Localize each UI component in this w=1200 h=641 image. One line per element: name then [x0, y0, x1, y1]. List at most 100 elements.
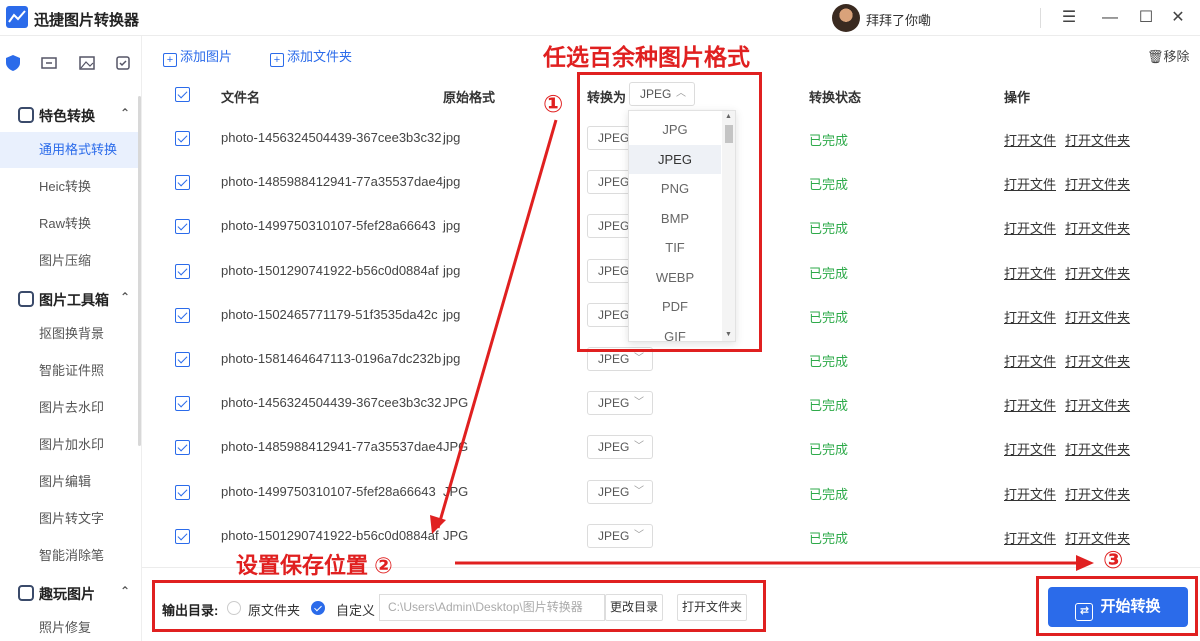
row-status: 已完成	[809, 398, 849, 414]
row-open-folder-link[interactable]: 打开文件夹	[1065, 484, 1130, 503]
sidebar-section-special[interactable]: 特色转换 ⌃	[18, 106, 130, 126]
row-open-folder-link[interactable]: 打开文件夹	[1065, 130, 1130, 149]
resize-icon[interactable]	[38, 54, 60, 76]
image-icon[interactable]	[76, 54, 98, 76]
sidebar-item-id-photo[interactable]: 智能证件照	[0, 353, 138, 389]
header-original-format: 原始格式	[443, 90, 496, 105]
row-open-folder-link[interactable]: 打开文件夹	[1065, 528, 1130, 547]
header-status: 转换状态	[809, 90, 862, 105]
row-filename: photo-1501290741922-b56c0d0884af	[221, 262, 439, 278]
row-original-format: JPG	[443, 439, 469, 455]
chevron-down-icon: ﹀	[634, 485, 644, 497]
row-checkbox[interactable]	[175, 131, 190, 146]
app-logo-icon	[6, 6, 28, 28]
format-highlight-box	[577, 72, 762, 352]
row-original-format: jpg	[443, 130, 461, 145]
plus-icon: +	[163, 53, 177, 67]
row-checkbox[interactable]	[175, 263, 190, 279]
sidebar-item-compress[interactable]: 图片压缩	[0, 243, 138, 279]
chevron-down-icon: ﹀	[634, 529, 644, 541]
table-row: photo-1456324504439-367cee3b3c32 JPG JPEG ﹀…	[160, 381, 1200, 425]
row-open-folder-link[interactable]: 打开文件夹	[1065, 263, 1130, 282]
row-format-select[interactable]: JPEG﹀	[587, 391, 653, 416]
row-format-select[interactable]: JPEG﹀	[587, 523, 653, 548]
sidebar-item-add-watermark[interactable]: 图片加水印	[0, 427, 138, 463]
row-open-folder-link[interactable]: 打开文件夹	[1065, 218, 1130, 237]
row-open-file-link[interactable]: 打开文件	[1004, 307, 1056, 326]
sidebar: 特色转换 ⌃ 通用格式转换 Heic转换 Raw转换 图片压缩 图片工具箱 ⌃ …	[0, 36, 142, 641]
row-original-format: jpg	[443, 306, 461, 322]
row-open-folder-link[interactable]: 打开文件夹	[1065, 174, 1130, 193]
row-open-file-link[interactable]: 打开文件	[1004, 130, 1056, 149]
row-open-file-link[interactable]: 打开文件	[1004, 395, 1056, 414]
sidebar-item-remove-watermark[interactable]: 图片去水印	[0, 390, 138, 426]
row-open-folder-link[interactable]: 打开文件夹	[1065, 395, 1130, 414]
start-highlight-box	[1036, 576, 1198, 636]
shield-icon[interactable]	[2, 54, 24, 76]
row-checkbox[interactable]	[175, 175, 190, 191]
crop-icon[interactable]	[112, 54, 134, 76]
row-open-file-link[interactable]: 打开文件	[1004, 528, 1056, 547]
sidebar-section-fun[interactable]: 趣玩图片 ⌃	[18, 584, 130, 604]
sidebar-item-edit[interactable]: 图片编辑	[0, 464, 138, 500]
sidebar-scrollbar[interactable]	[138, 96, 141, 446]
chevron-down-icon: ﹀	[634, 441, 644, 453]
row-status: 已完成	[809, 354, 849, 369]
row-checkbox[interactable]	[175, 528, 190, 544]
row-checkbox[interactable]	[175, 352, 190, 367]
select-all-checkbox[interactable]	[175, 87, 190, 102]
titlebar-divider	[1040, 8, 1041, 28]
row-open-file-link[interactable]: 打开文件	[1004, 174, 1056, 193]
header-filename: 文件名	[221, 90, 261, 105]
user-avatar[interactable]	[832, 4, 860, 32]
row-format-select[interactable]: JPEG﹀	[587, 435, 653, 460]
chevron-up-icon: ⌃	[120, 584, 131, 598]
row-original-format: jpg	[443, 262, 461, 278]
sidebar-item-general-convert[interactable]: 通用格式转换	[0, 132, 138, 168]
row-open-folder-link[interactable]: 打开文件夹	[1065, 439, 1130, 458]
row-format-select[interactable]: JPEG﹀	[587, 479, 653, 504]
sidebar-item-photo-restore[interactable]: 照片修复	[0, 610, 138, 641]
annotation-title: 任选百余种图片格式	[543, 44, 750, 70]
row-checkbox[interactable]	[175, 307, 190, 323]
title-bar: 迅捷图片转换器 拜拜了你嘞 ☰ — ☐ ✕	[0, 0, 1200, 36]
row-filename: photo-1456324504439-367cee3b3c32	[221, 130, 442, 145]
row-open-folder-link[interactable]: 打开文件夹	[1065, 351, 1130, 370]
sidebar-section-toolbox[interactable]: 图片工具箱 ⌃	[18, 290, 130, 310]
row-checkbox[interactable]	[175, 440, 190, 456]
sidebar-item-cutout[interactable]: 抠图换背景	[0, 316, 138, 352]
sidebar-item-ocr[interactable]: 图片转文字	[0, 501, 138, 537]
close-icon[interactable]: ✕	[1165, 5, 1191, 31]
row-open-file-link[interactable]: 打开文件	[1004, 263, 1056, 282]
row-checkbox[interactable]	[175, 484, 190, 500]
row-original-format: jpg	[443, 351, 461, 366]
output-highlight-box	[152, 580, 766, 632]
add-folder-button[interactable]: + 添加文件夹	[270, 46, 352, 67]
table-row: photo-1485988412941-77a35537dae4 JPG JPEG ﹀…	[160, 425, 1200, 469]
remove-button[interactable]: 🗑移除	[1147, 46, 1190, 65]
sidebar-item-eraser[interactable]: 智能消除笔	[0, 538, 138, 574]
row-status: 已完成	[809, 309, 849, 325]
row-open-file-link[interactable]: 打开文件	[1004, 484, 1056, 503]
row-open-file-link[interactable]: 打开文件	[1004, 218, 1056, 237]
row-open-file-link[interactable]: 打开文件	[1004, 351, 1056, 370]
row-original-format: jpg	[443, 218, 461, 234]
row-filename: photo-1581464647113-0196a7dc232b	[221, 351, 442, 366]
maximize-icon[interactable]: ☐	[1133, 5, 1159, 31]
chevron-up-icon: ⌃	[120, 290, 131, 304]
sidebar-item-heic[interactable]: Heic转换	[0, 169, 138, 205]
row-open-folder-link[interactable]: 打开文件夹	[1065, 307, 1130, 326]
row-status: 已完成	[809, 133, 849, 148]
menu-icon[interactable]: ☰	[1056, 5, 1082, 31]
row-checkbox[interactable]	[175, 219, 190, 235]
chevron-up-icon: ⌃	[120, 106, 131, 120]
minimize-icon[interactable]: —	[1097, 5, 1123, 31]
add-image-button[interactable]: + 添加图片	[163, 46, 232, 67]
sidebar-item-raw[interactable]: Raw转换	[0, 206, 138, 242]
row-checkbox[interactable]	[175, 396, 190, 412]
row-status: 已完成	[809, 177, 849, 193]
convert-section-icon	[18, 107, 34, 123]
user-name[interactable]: 拜拜了你嘞	[866, 10, 931, 29]
fun-section-icon	[18, 585, 34, 601]
row-open-file-link[interactable]: 打开文件	[1004, 439, 1056, 458]
